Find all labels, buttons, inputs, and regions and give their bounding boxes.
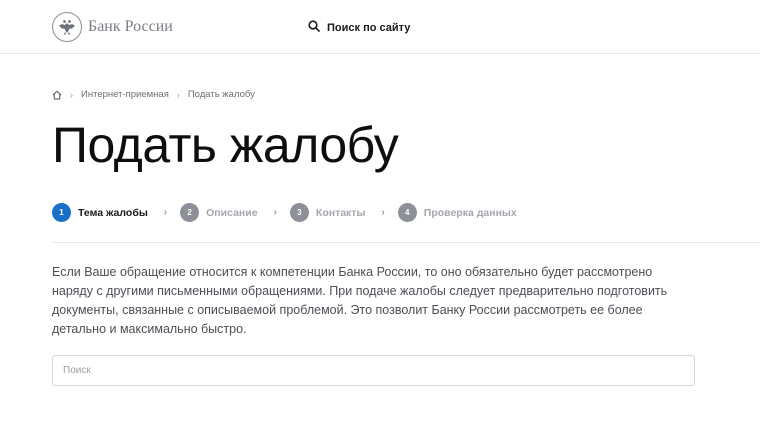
breadcrumb-separator-icon: ›: [70, 89, 73, 100]
breadcrumb-separator-icon: ›: [176, 89, 180, 100]
step-label: Описание: [206, 206, 258, 219]
home-icon[interactable]: [52, 90, 62, 100]
site-search-button[interactable]: Поиск по сайту: [308, 19, 410, 37]
chevron-right-icon: ›: [381, 207, 385, 218]
topic-search-input[interactable]: [52, 355, 695, 386]
breadcrumb: › Интернет-приемная › Подать жалобу: [52, 89, 255, 100]
logo-text: Банк России: [88, 18, 173, 35]
step-review: 4 Проверка данных: [397, 203, 517, 222]
step-number: 3: [289, 203, 309, 222]
chevron-right-icon: ›: [163, 207, 168, 218]
step-number: 4: [397, 203, 417, 222]
step-label: Контакты: [315, 206, 366, 219]
breadcrumb-item-internet-reception[interactable]: Интернет-приемная: [81, 89, 169, 100]
step-topic[interactable]: 1 Тема жалобы: [52, 203, 148, 222]
page: Банк России Поиск по сайту › Интернет-пр…: [0, 0, 760, 440]
logo[interactable]: Банк России: [52, 12, 173, 42]
chevron-right-icon: ›: [273, 207, 277, 218]
eagle-emblem-icon: [52, 12, 82, 42]
stepper: 1 Тема жалобы › 2 Описание › 3 Контакты …: [52, 203, 760, 243]
step-label: Проверка данных: [423, 206, 517, 219]
page-description: Если Ваше обращение относится к компетен…: [52, 265, 668, 336]
site-header: Банк России Поиск по сайту: [0, 0, 760, 54]
site-search-label: Поиск по сайту: [327, 22, 411, 34]
step-contacts: 3 Контакты: [289, 203, 366, 222]
step-number: 1: [52, 203, 71, 222]
step-label: Тема жалобы: [78, 206, 148, 219]
page-title: Подать жалобу: [52, 117, 399, 173]
breadcrumb-item-current: Подать жалобу: [187, 89, 255, 100]
step-number: 2: [180, 203, 200, 222]
step-description: 2 Описание: [180, 203, 258, 222]
search-icon: [308, 19, 320, 37]
